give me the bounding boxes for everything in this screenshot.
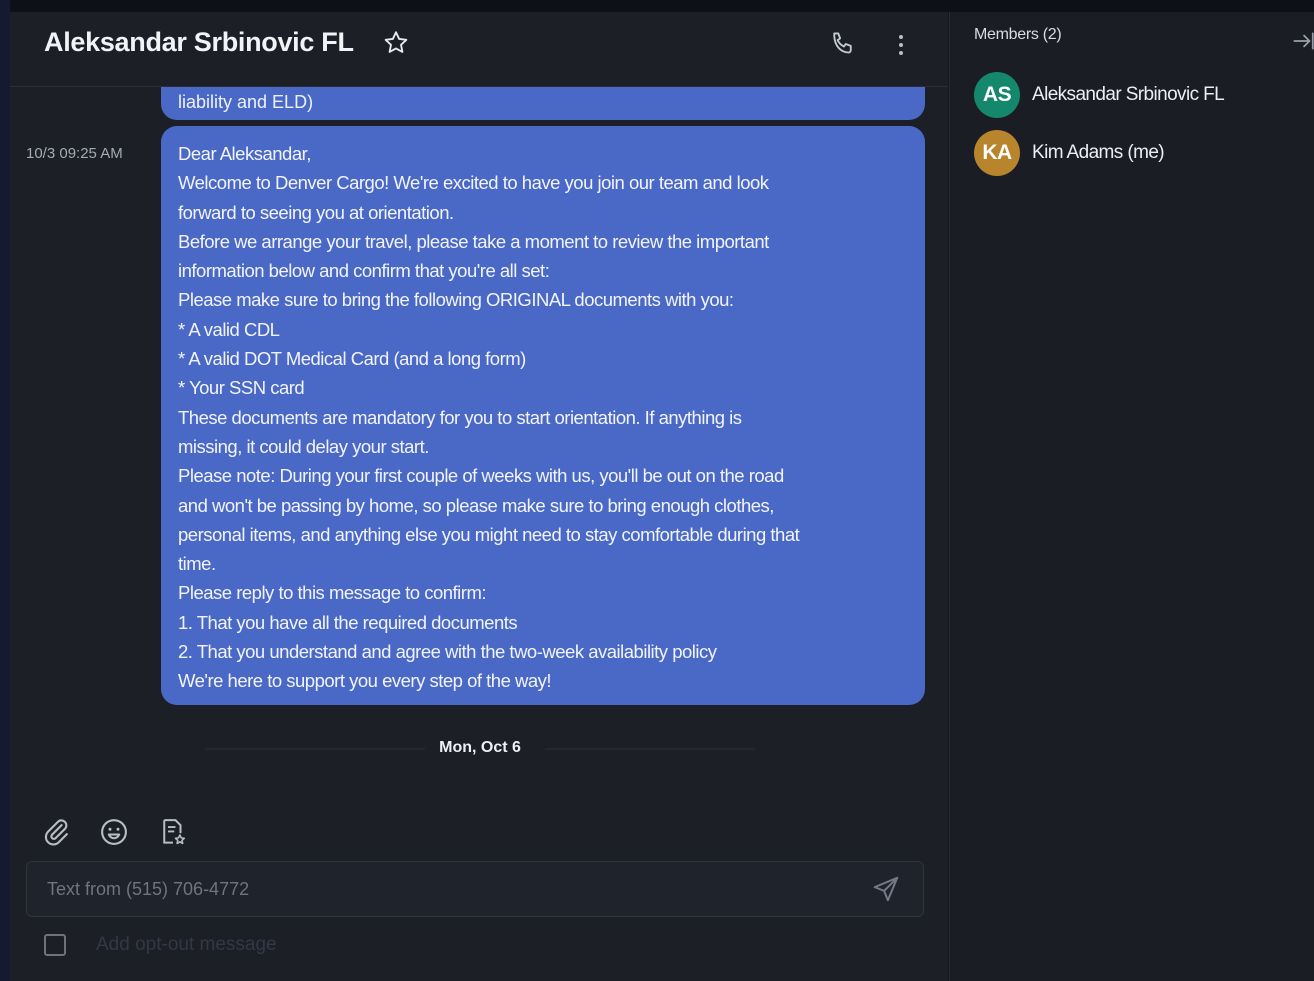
phone-icon[interactable] [828,29,858,59]
message-line: time. [178,553,216,575]
emoji-icon[interactable] [99,817,129,847]
star-icon[interactable] [382,29,410,57]
chat-panel: Aleksandar Srbinovic FL liability and EL… [10,12,948,981]
message-composer [26,861,924,917]
message-line: Dear Aleksandar, [178,143,311,164]
message-line: forward to seeing you at orientation. [178,201,454,223]
message-line: 1. That you have all the required docume… [178,611,518,633]
message-text: Dear Aleksandar, Welcome to Denver Cargo!… [178,139,918,696]
message-line: * A valid CDL [178,318,280,340]
message-line: missing, it could delay your start. [178,435,429,457]
date-separator-label: Mon, Oct 6 [439,739,521,756]
members-panel: Members (2) AS Aleksandar Srbinovic FL K… [949,12,1314,981]
message-line: information below and confirm that you'r… [178,260,550,282]
conversation-title: Aleksandar Srbinovic FL [44,27,354,57]
message-line: * Your SSN card [178,377,305,399]
more-vertical-icon[interactable] [890,30,912,60]
message-line: These documents are mandatory for you to… [178,406,742,428]
date-separator: Mon, Oct 6 [205,736,755,762]
top-strip [0,0,1314,12]
chat-header: Aleksandar Srbinovic FL [10,12,948,87]
members-title: Members (2) [974,26,1062,43]
message-timestamp: 10/3 09:25 AM [26,145,123,162]
message-input[interactable] [45,874,849,904]
message-line: * A valid DOT Medical Card (and a long f… [178,348,526,370]
message-line: and won't be passing by home, so please … [178,494,774,516]
message-line: We're here to support you every step of … [178,670,552,692]
member-name: Kim Adams (me) [1032,142,1165,163]
message-line: Please note: During your first couple of… [178,465,784,487]
optout-checkbox[interactable] [44,934,66,956]
collapse-panel-icon[interactable] [1290,28,1314,54]
message-bubble: Dear Aleksandar, Welcome to Denver Cargo!… [161,126,925,705]
avatar: AS [974,72,1020,118]
message-line: Welcome to Denver Cargo! We're excited t… [178,172,769,194]
message-line: Please reply to this message to confirm: [178,582,487,604]
member-item[interactable]: AS Aleksandar Srbinovic FL [974,72,1304,118]
avatar: KA [974,130,1020,176]
template-icon[interactable] [158,817,188,847]
member-name: Aleksandar Srbinovic FL [1032,84,1225,105]
message-line: personal items, and anything else you mi… [178,523,800,545]
message-line: Before we arrange your travel, please ta… [178,230,769,252]
message-line: Please make sure to bring the following … [178,289,734,311]
member-item[interactable]: KA Kim Adams (me) [974,130,1304,176]
optout-label[interactable]: Add opt-out message [96,934,277,956]
previous-message-text: liability and ELD) [178,92,314,112]
send-icon[interactable] [871,874,901,904]
attachment-icon[interactable] [41,817,71,847]
message-line: 2. That you understand and agree with th… [178,641,717,663]
left-edge [0,0,10,981]
